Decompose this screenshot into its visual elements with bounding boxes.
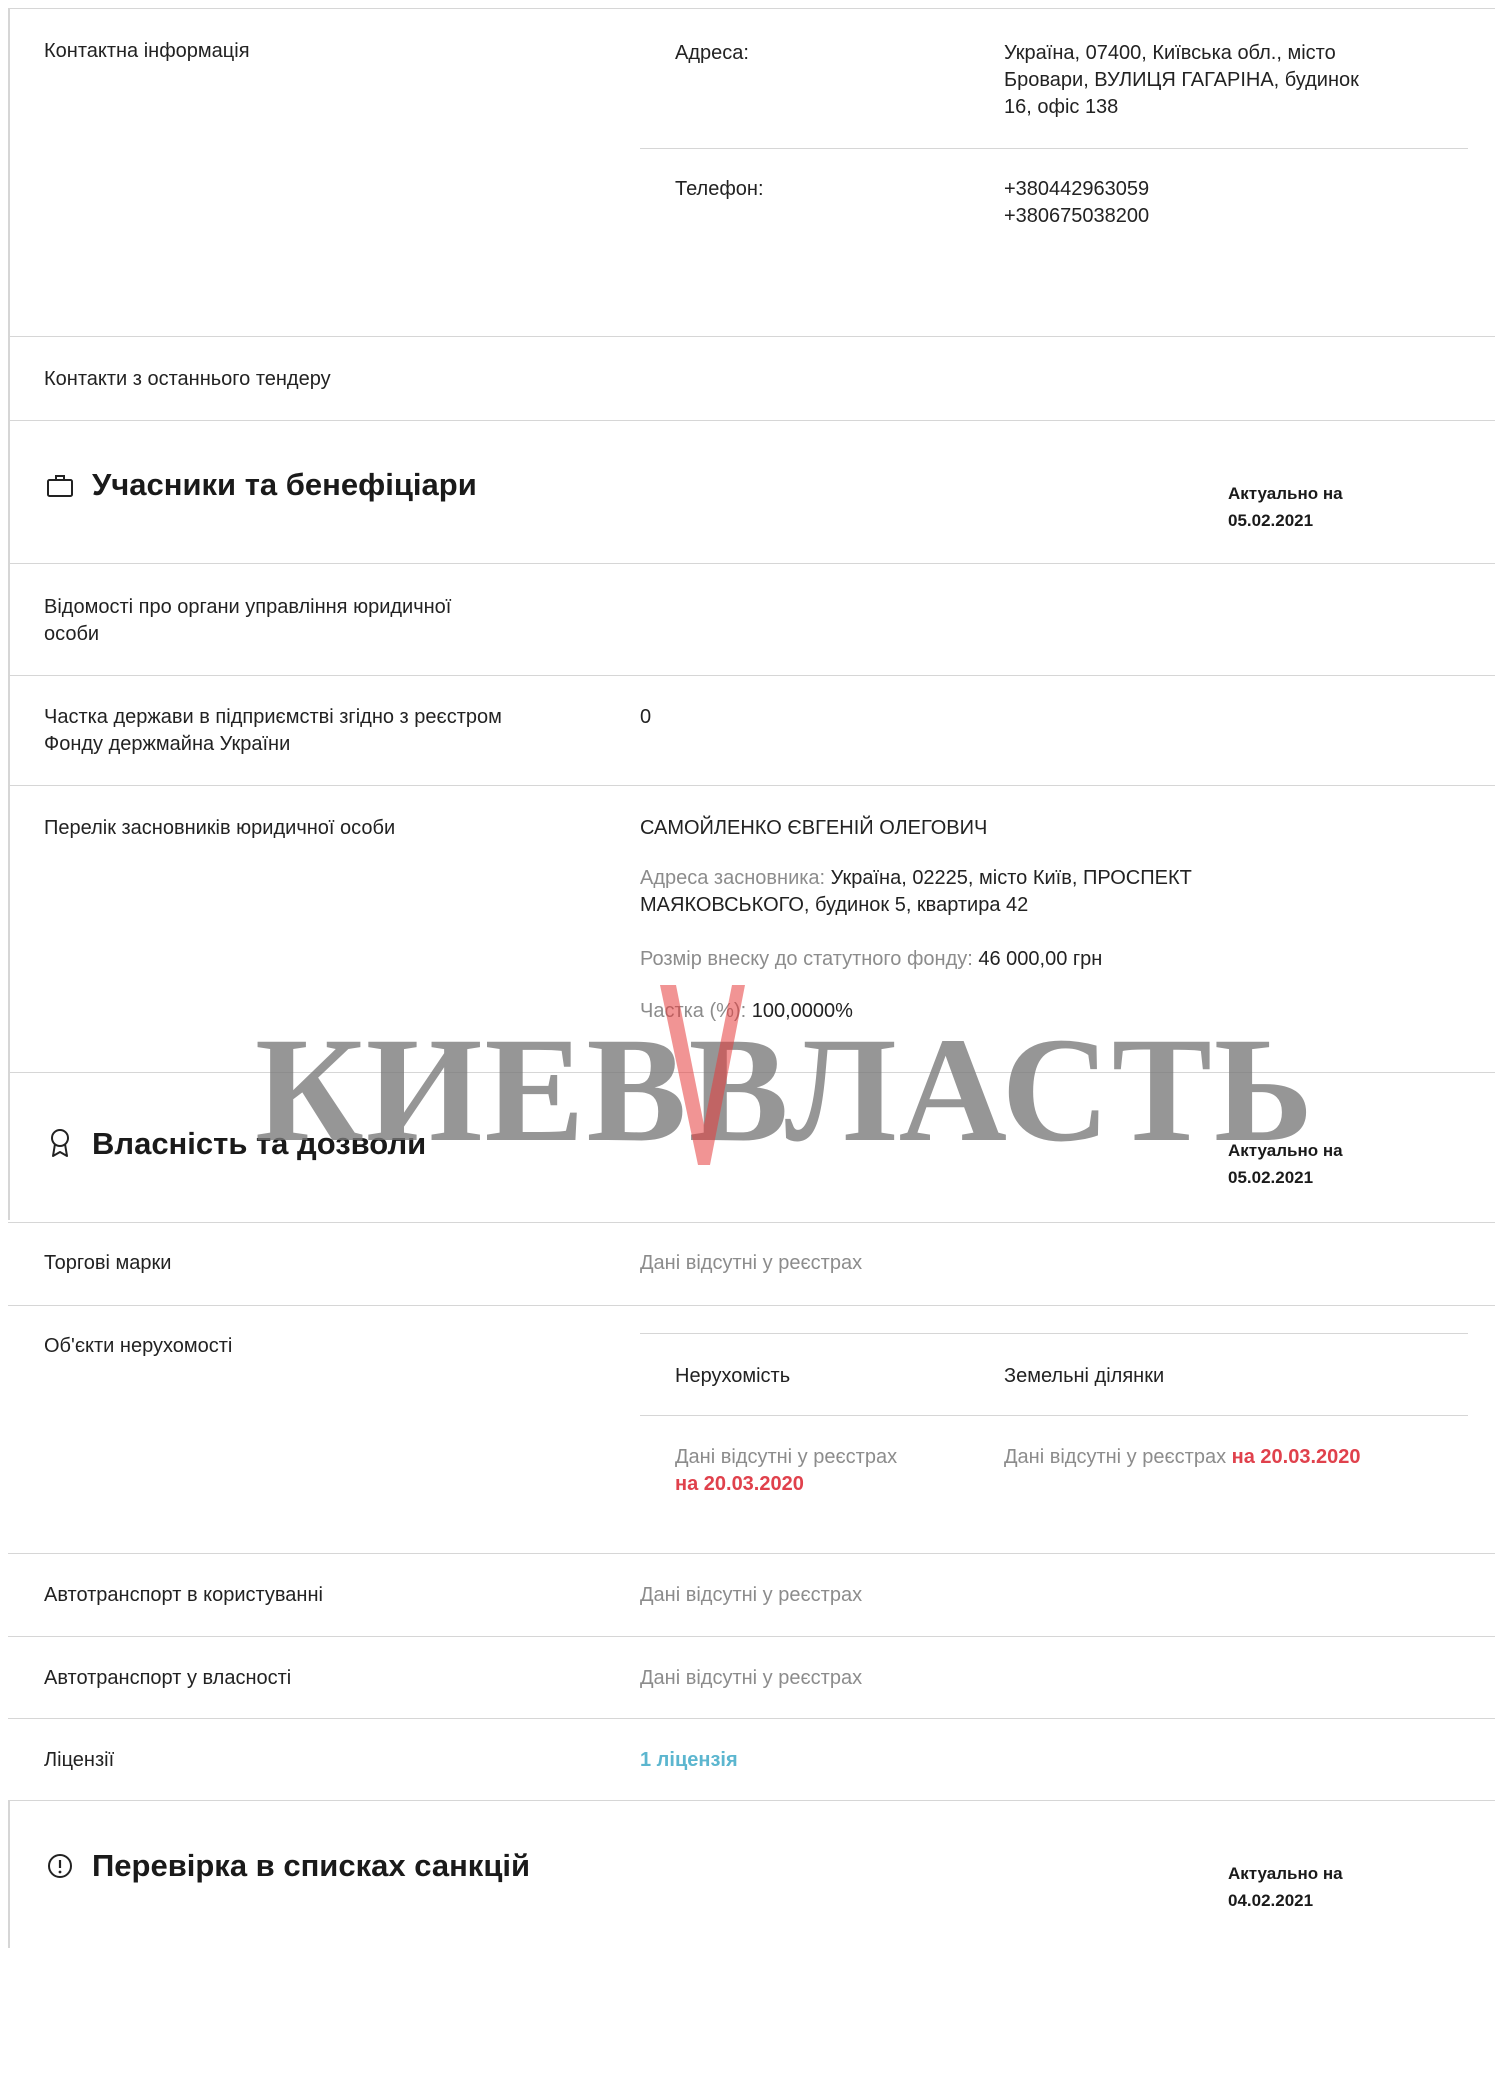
address-label: Адреса: xyxy=(675,42,749,64)
participants-title: Учасники та бенефіціари xyxy=(92,467,477,502)
divider xyxy=(8,1305,1495,1306)
divider xyxy=(8,1636,1495,1637)
top-border xyxy=(8,8,1495,9)
founders-label: Перелік засновників юридичної особи xyxy=(44,817,396,839)
divider xyxy=(640,1333,1468,1334)
divider xyxy=(8,1553,1495,1554)
phone-values: +380442963059 +380675038200 xyxy=(1004,176,1149,230)
divider xyxy=(8,1222,1495,1223)
briefcase-icon xyxy=(47,475,73,497)
land-col-header: Земельні ділянки xyxy=(1004,1365,1165,1387)
address-line: Бровари, ВУЛИЦЯ ГАГАРІНА, будинок xyxy=(1004,69,1359,91)
divider xyxy=(8,336,1495,337)
vehicles-own-value: Дані відсутні у реєстрах xyxy=(640,1667,863,1689)
realty-label: Об'єкти нерухомості xyxy=(44,1335,233,1357)
divider xyxy=(8,675,1495,676)
divider xyxy=(640,148,1468,149)
vehicles-use-value: Дані відсутні у реєстрах xyxy=(640,1584,863,1606)
vehicles-use-label: Автотранспорт в користуванні xyxy=(44,1584,323,1606)
land-date: на 20.03.2020 xyxy=(1231,1446,1361,1468)
watermark-logo: КИЕВВЛАСТЬ xyxy=(255,1007,1316,1173)
management-label: Відомості про органи управління юридично… xyxy=(44,596,452,645)
realty-date: на 20.03.2020 xyxy=(675,1473,804,1495)
founder-address: Адреса засновника: Україна, 02225, місто… xyxy=(640,865,1320,919)
watermark-v-mark xyxy=(660,985,745,1165)
state-share-value: 0 xyxy=(640,706,652,728)
address-line: Україна, 07400, Київська обл., місто xyxy=(1004,42,1336,64)
divider xyxy=(8,563,1495,564)
sanctions-asof: Актуально на 04.02.2021 xyxy=(1228,1864,1343,1910)
founder-address-value: МАЯКОВСЬКОГО, будинок 5, квартира 42 xyxy=(640,894,1029,916)
contribution-label: Розмір внеску до статутного фонду: xyxy=(640,948,973,970)
founder-address-label: Адреса засновника: xyxy=(640,867,826,889)
contribution-value: 46 000,00 грн xyxy=(978,948,1103,970)
land-no-data: Дані відсутні у реєстрах xyxy=(1004,1446,1227,1468)
left-border-participants xyxy=(8,420,10,1220)
founder-name: САМОЙЛЕНКО ЄВГЕНІЙ ОЛЕГОВИЧ xyxy=(640,817,988,839)
divider xyxy=(8,785,1495,786)
state-share-label: Частка держави в підприємстві згідно з р… xyxy=(44,706,502,755)
land-cell: Дані відсутні у реєстрах на 20.03.2020 xyxy=(1004,1444,1474,1471)
divider xyxy=(8,1718,1495,1719)
address-value: Україна, 07400, Київська обл., місто Бро… xyxy=(1004,40,1444,121)
phone-label: Телефон: xyxy=(675,178,764,200)
founder-contribution: Розмір внеску до статутного фонду: 46 00… xyxy=(640,946,1102,973)
participants-asof: Актуально на 05.02.2021 xyxy=(1228,484,1343,530)
realty-cell: Дані відсутні у реєстрах на 20.03.2020 xyxy=(675,1444,975,1498)
realty-no-data: Дані відсутні у реєстрах xyxy=(675,1446,898,1468)
licenses-link[interactable]: 1 ліцензія xyxy=(640,1747,738,1774)
phone-number: +380442963059 xyxy=(1004,178,1150,200)
vehicles-own-label: Автотранспорт у власності xyxy=(44,1667,292,1689)
trademarks-value: Дані відсутні у реєстрах xyxy=(640,1252,863,1274)
divider xyxy=(640,1415,1468,1416)
award-icon xyxy=(51,1129,69,1157)
left-border-top xyxy=(8,8,10,420)
realty-col-header: Нерухомість xyxy=(675,1365,791,1387)
last-tender-label: Контакти з останнього тендеру xyxy=(44,368,331,390)
divider xyxy=(8,420,1495,421)
licenses-label: Ліцензії xyxy=(44,1749,115,1771)
divider xyxy=(8,1800,1495,1801)
sanctions-title: Перевірка в списках санкцій xyxy=(92,1848,531,1883)
phone-number: +380675038200 xyxy=(1004,205,1150,227)
contacts-label: Контактна інформація xyxy=(44,40,250,62)
trademarks-label: Торгові марки xyxy=(44,1252,172,1274)
alert-circle-icon xyxy=(48,1854,72,1878)
address-line: 16, офіс 138 xyxy=(1004,96,1119,118)
founder-address-value: Україна, 02225, місто Київ, ПРОСПЕКТ xyxy=(830,867,1192,889)
left-border-property xyxy=(8,1800,10,1948)
